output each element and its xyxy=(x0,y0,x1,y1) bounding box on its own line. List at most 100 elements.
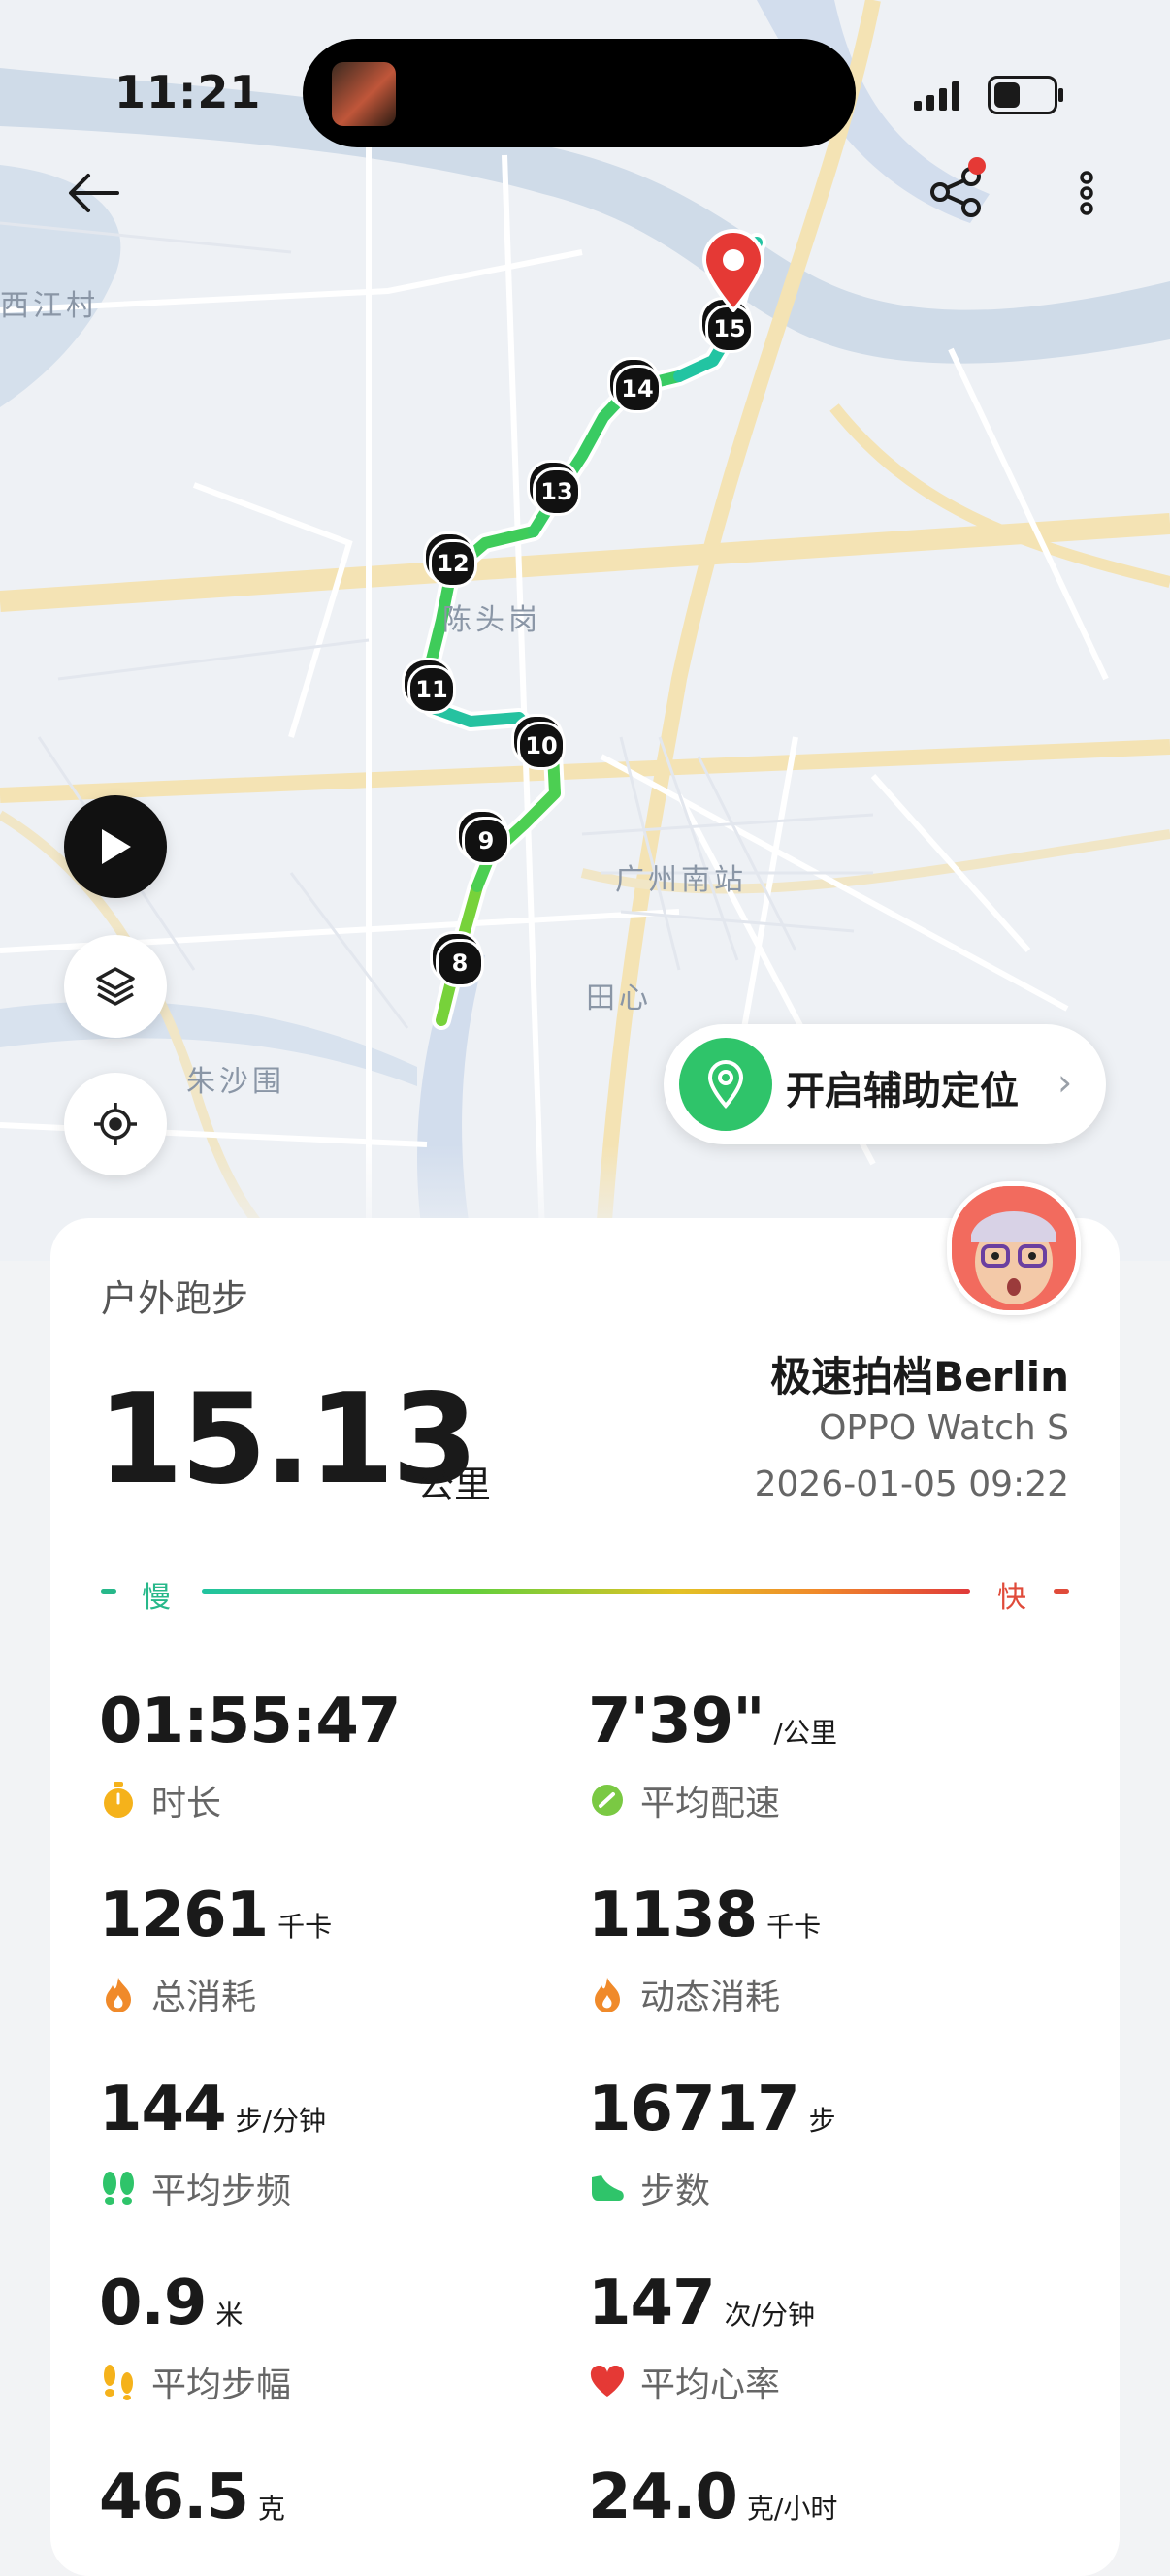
stat-unit: 千卡 xyxy=(277,1911,333,1943)
stat-value: 0.9 米 xyxy=(99,2268,244,2339)
route-marker-km[interactable]: 10 xyxy=(517,722,566,770)
map-label-zhushawei: 朱沙围 xyxy=(186,1065,285,1099)
partner-name[interactable]: 极速拍档Berlin xyxy=(770,1344,1069,1403)
stat-label: 时长 xyxy=(151,1784,222,1823)
workout-datetime: 2026-01-05 09:22 xyxy=(754,1465,1069,1504)
battery-icon xyxy=(988,76,1063,114)
pace-color-legend: 慢 快 xyxy=(101,1571,1069,1615)
flame-icon xyxy=(588,1975,627,2013)
stat-item: 16717 步步数 xyxy=(588,2074,836,2211)
timer-icon xyxy=(99,1781,138,1819)
shoe-icon xyxy=(588,2169,627,2207)
route-marker-km[interactable]: 13 xyxy=(533,467,581,516)
location-pin-icon xyxy=(679,1038,772,1131)
pace-icon xyxy=(588,1781,627,1819)
slow-dash xyxy=(101,1589,116,1594)
stat-unit: 米 xyxy=(215,2299,244,2331)
map-label-tianxin: 田心 xyxy=(586,982,652,1015)
stat-label: 总消耗 xyxy=(151,1978,257,2017)
stat-label-row: 平均心率 xyxy=(588,2357,780,2407)
stat-unit: 克/小时 xyxy=(746,2493,838,2525)
layers-icon xyxy=(96,967,135,1006)
album-art xyxy=(332,62,396,126)
crosshair-icon xyxy=(94,1103,137,1145)
stat-value: 16717 步 xyxy=(588,2074,836,2145)
route-marker-km[interactable]: 12 xyxy=(429,539,477,588)
pace-slow-label: 慢 xyxy=(142,1581,171,1615)
stat-label: 动态消耗 xyxy=(640,1978,781,2017)
stat-item: 46.5 克 xyxy=(99,2462,285,2533)
dynamic-island[interactable] xyxy=(303,39,856,147)
device-name: OPPO Watch S xyxy=(819,1408,1069,1448)
stat-label: 平均心率 xyxy=(640,2366,781,2405)
chevron-right-icon: › xyxy=(1057,1061,1073,1104)
stat-label-row: 平均配速 xyxy=(588,1775,780,1825)
stat-value: 1261 千卡 xyxy=(99,1880,333,1951)
route-marker-km[interactable]: 11 xyxy=(407,665,456,714)
stat-label: 平均步频 xyxy=(151,2172,292,2211)
stat-label-row: 步数 xyxy=(588,2163,710,2213)
partner-avatar[interactable] xyxy=(947,1181,1081,1315)
stat-label: 平均步幅 xyxy=(151,2366,292,2405)
locate-button[interactable] xyxy=(64,1073,167,1175)
stat-value: 01:55:47 xyxy=(99,1686,401,1757)
footprints-icon xyxy=(99,2169,138,2207)
stat-item: 0.9 米平均步幅 xyxy=(99,2268,291,2405)
stat-unit: 次/分钟 xyxy=(724,2299,816,2331)
assist-location-button[interactable]: 开启辅助定位 › xyxy=(664,1024,1106,1144)
stat-unit: 克 xyxy=(257,2493,285,2525)
stat-value: 147 次/分钟 xyxy=(588,2268,816,2339)
sport-type: 户外跑步 xyxy=(101,1277,249,1320)
map-label-xijiangcun: 西江村 xyxy=(0,289,99,323)
stat-value: 144 步/分钟 xyxy=(99,2074,327,2145)
map-label-guangzhou-south-station: 广州南站 xyxy=(615,863,747,897)
stat-label-row: 时长 xyxy=(99,1775,221,1825)
stat-value: 24.0 克/小时 xyxy=(588,2462,838,2533)
stat-label-row: 平均步频 xyxy=(99,2163,291,2213)
stat-item: 01:55:47 时长 xyxy=(99,1686,401,1823)
pace-gradient-bar xyxy=(202,1589,970,1594)
stat-label: 步数 xyxy=(640,2172,711,2211)
stat-value: 1138 千卡 xyxy=(588,1880,822,1951)
stat-item: 1261 千卡总消耗 xyxy=(99,1880,333,2017)
more-options-button[interactable] xyxy=(1057,159,1116,227)
heart-icon xyxy=(588,2363,627,2401)
status-bar: 11:21 xyxy=(0,0,1170,147)
play-icon xyxy=(102,829,131,864)
stat-unit: 步 xyxy=(808,2105,836,2137)
stat-item: 1138 千卡动态消耗 xyxy=(588,1880,822,2017)
memoji-avatar-icon xyxy=(952,1186,1076,1310)
map-label-chentougang: 陈头岗 xyxy=(442,603,541,637)
stat-item: 24.0 克/小时 xyxy=(588,2462,837,2533)
stat-item: 144 步/分钟平均步频 xyxy=(99,2074,327,2211)
share-button[interactable] xyxy=(924,155,991,229)
cellular-signal-icon xyxy=(914,81,959,111)
stat-label-row: 动态消耗 xyxy=(588,1969,780,2019)
stat-value: 7'39"/公里 xyxy=(588,1686,837,1757)
stat-label-row: 总消耗 xyxy=(99,1969,256,2019)
assist-location-label: 开启辅助定位 xyxy=(786,1069,1019,1113)
fast-dash xyxy=(1054,1589,1069,1594)
back-button[interactable] xyxy=(60,159,128,227)
route-map[interactable]: 西江村 陈头岗 广州南站 田心 朱沙围 8 9 10 11 12 13 14 1… xyxy=(0,0,1170,1261)
back-arrow-icon xyxy=(69,174,119,212)
stride-icon xyxy=(99,2363,138,2401)
stat-label: 平均配速 xyxy=(640,1784,781,1823)
more-vertical-icon xyxy=(1080,171,1093,215)
route-marker-km[interactable]: 9 xyxy=(462,817,510,865)
route-marker-km[interactable]: 14 xyxy=(613,365,662,413)
finish-pin-icon xyxy=(701,229,765,312)
stat-label-row: 平均步幅 xyxy=(99,2357,291,2407)
notification-dot xyxy=(968,157,986,175)
map-layers-button[interactable] xyxy=(64,935,167,1038)
flame-icon xyxy=(99,1975,138,2013)
stat-unit: /公里 xyxy=(773,1717,837,1749)
stat-unit: 千卡 xyxy=(766,1911,822,1943)
route-marker-km[interactable]: 8 xyxy=(436,939,484,987)
stat-item: 7'39"/公里平均配速 xyxy=(588,1686,837,1823)
status-time: 11:21 xyxy=(114,66,262,118)
play-track-button[interactable] xyxy=(64,795,167,898)
stat-item: 147 次/分钟平均心率 xyxy=(588,2268,816,2405)
pace-fast-label: 快 xyxy=(997,1581,1026,1615)
distance-unit: 公里 xyxy=(417,1464,492,1506)
